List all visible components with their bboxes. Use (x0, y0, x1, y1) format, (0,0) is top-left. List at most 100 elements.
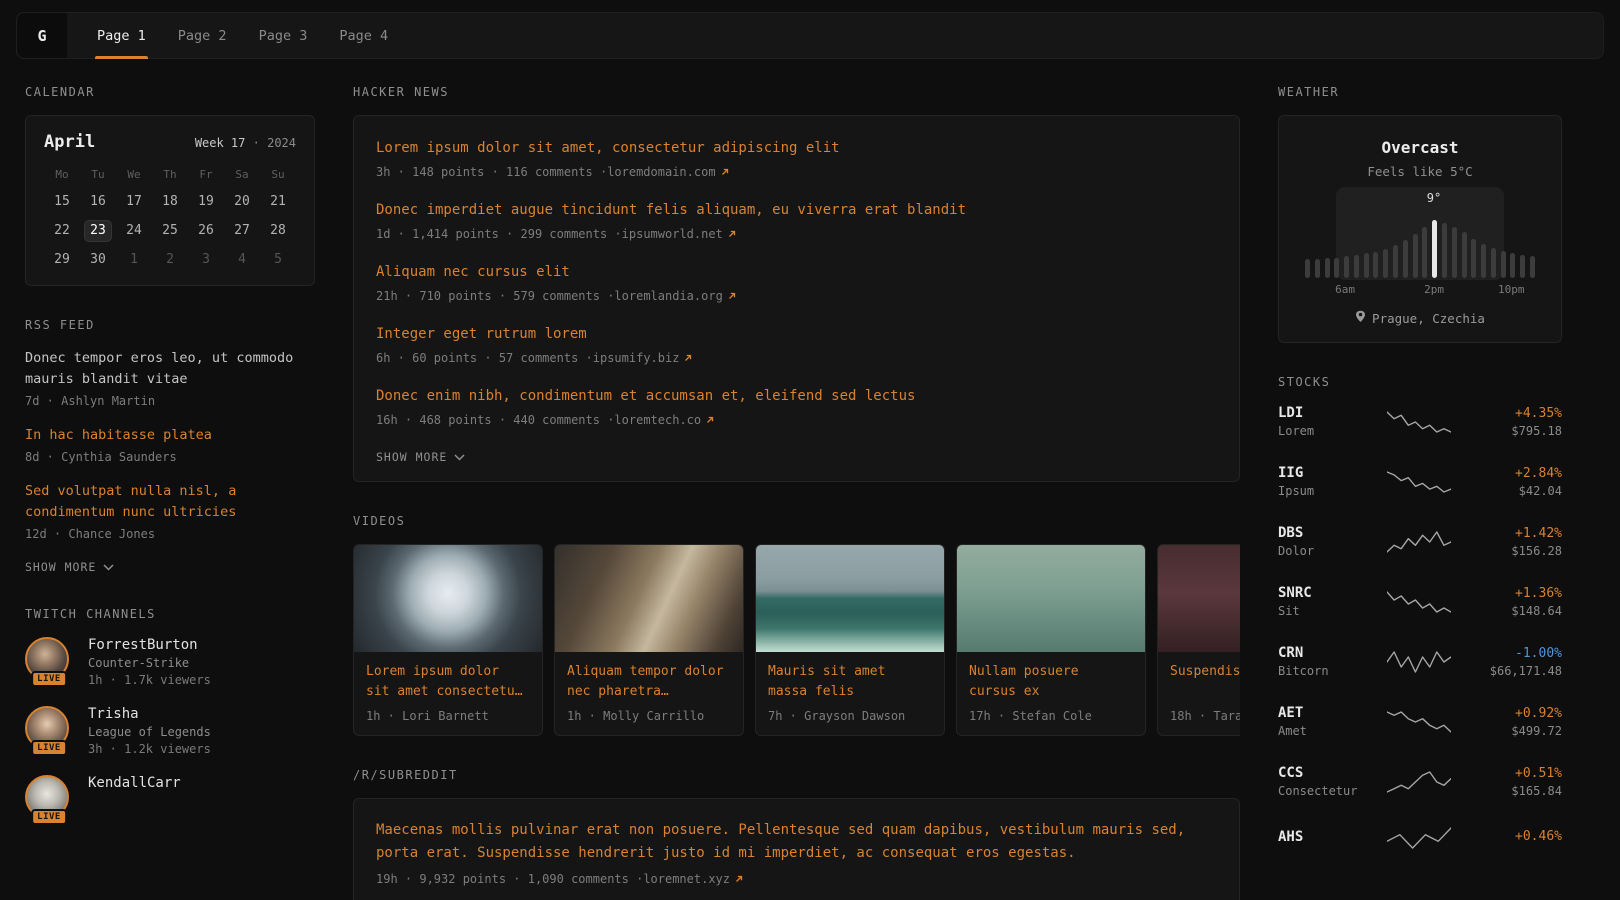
rss-item-headline[interactable]: In hac habitasse platea (25, 425, 315, 446)
weather-widget: WEATHER Overcast Feels like 5°C 9° 6am 2… (1278, 85, 1562, 343)
hour-bar (1530, 256, 1535, 278)
twitch-channel-name[interactable]: ForrestBurton (88, 637, 211, 653)
hour-bar (1305, 259, 1310, 278)
separator-dot: · (253, 136, 260, 150)
hn-story-headline[interactable]: Donec enim nibh, condimentum et accumsan… (376, 386, 1217, 407)
stock-row[interactable]: AHS +0.46% (1278, 825, 1562, 851)
stock-price: $66,171.48 (1468, 664, 1562, 678)
calendar-week-label: Week 17 · 2024 (195, 136, 296, 150)
day-of-week-label: Th (163, 166, 176, 184)
twitch-channel-row[interactable]: LIVE ForrestBurton Counter-Strike 1h · 1… (25, 637, 315, 687)
source-link[interactable]: loremnet.xyz (643, 872, 744, 886)
twitch-channel-row[interactable]: LIVE KendallCarr (25, 775, 315, 819)
video-card-body: Mauris sit amet massa felis 7h · Grayson… (756, 652, 944, 735)
stock-values: +0.92% $499.72 (1468, 706, 1562, 738)
stock-row[interactable]: CRN Bitcorn -1.00% $66,171.48 (1278, 645, 1562, 678)
rss-item-headline[interactable]: Donec tempor eros leo, ut commodo mauris… (25, 348, 315, 390)
stock-row[interactable]: CCS Consectetur +0.51% $165.84 (1278, 765, 1562, 798)
source-link[interactable]: loremdomain.com (607, 165, 729, 179)
tab-page-1[interactable]: Page 1 (95, 13, 148, 58)
stock-values: +1.36% $148.64 (1468, 586, 1562, 618)
source-link[interactable]: ipsumworld.net (622, 227, 737, 241)
stocks-widget-title: STOCKS (1278, 375, 1562, 389)
video-card[interactable]: Aliquam tempor dolor nec pharetra… 1h · … (554, 544, 744, 736)
video-title[interactable]: Suspendisse diam (1170, 662, 1240, 702)
hour-bar (1403, 240, 1408, 278)
app-logo: G (17, 13, 67, 58)
stock-sparkline (1370, 769, 1468, 795)
video-meta: 17h · Stefan Cole (969, 709, 1133, 723)
hn-story-headline[interactable]: Lorem ipsum dolor sit amet, consectetur … (376, 138, 1217, 159)
twitch-widget-title: TWITCH CHANNELS (25, 607, 315, 621)
stock-ticker: CRN (1278, 645, 1370, 661)
tab-page-3[interactable]: Page 3 (257, 13, 310, 58)
location-pin-icon (1355, 310, 1366, 326)
calendar-month: April (44, 132, 95, 152)
twitch-channel-game: League of Legends (88, 725, 211, 739)
weather-card: Overcast Feels like 5°C 9° 6am 2pm 10pm … (1278, 115, 1562, 343)
stock-change: +1.42% (1468, 526, 1562, 541)
stock-name: Dolor (1278, 544, 1370, 558)
stock-row[interactable]: SNRC Sit +1.36% $148.64 (1278, 585, 1562, 618)
stock-name: Sit (1278, 604, 1370, 618)
peak-temperature-label: 9° (1427, 191, 1441, 205)
chevron-down-icon (454, 450, 465, 464)
hn-story-stats: 3h · 148 points · 116 comments · (376, 165, 607, 179)
source-domain: loremnet.xyz (643, 872, 730, 886)
source-link[interactable]: ipsumify.biz (593, 351, 694, 365)
calendar-day: 24 (120, 220, 148, 242)
tab-page-4[interactable]: Page 4 (337, 13, 390, 58)
rss-item-headline[interactable]: Sed volutpat nulla nisl, a condimentum n… (25, 481, 315, 523)
hn-story-meta: 16h · 468 points · 440 comments · loremt… (376, 413, 1217, 427)
stock-row[interactable]: LDI Lorem +4.35% $795.18 (1278, 405, 1562, 438)
subreddit-post-headline[interactable]: Maecenas mollis pulvinar erat non posuer… (376, 819, 1217, 864)
video-title[interactable]: Lorem ipsum dolor sit amet consectetu… (366, 662, 530, 702)
left-column: CALENDAR April Week 17 · 2024 Mo Tu We T… (25, 85, 315, 851)
video-title[interactable]: Mauris sit amet massa felis (768, 662, 932, 702)
hn-story-headline[interactable]: Aliquam nec cursus elit (376, 262, 1217, 283)
stock-row[interactable]: IIG Ipsum +2.84% $42.04 (1278, 465, 1562, 498)
video-card[interactable]: Suspendisse diam 18h · Tara (1157, 544, 1240, 736)
source-domain: ipsumworld.net (622, 227, 723, 241)
rss-show-more-button[interactable]: SHOW MORE (25, 560, 114, 574)
stock-identity: CCS Consectetur (1278, 765, 1370, 798)
calendar-day: 28 (264, 220, 292, 242)
video-card[interactable]: Lorem ipsum dolor sit amet consectetu… 1… (353, 544, 543, 736)
day-of-week-label: Tu (91, 166, 104, 184)
video-card[interactable]: Mauris sit amet massa felis 7h · Grayson… (755, 544, 945, 736)
video-title[interactable]: Aliquam tempor dolor nec pharetra… (567, 662, 731, 702)
twitch-channel-row[interactable]: LIVE Trisha League of Legends 3h · 1.2k … (25, 706, 315, 756)
source-domain: ipsumify.biz (593, 351, 680, 365)
hn-story: Donec imperdiet augue tincidunt felis al… (376, 200, 1217, 241)
hacker-news-widget-title: HACKER NEWS (353, 85, 1240, 99)
source-link[interactable]: loremlandia.org (614, 289, 736, 303)
hn-show-more-button[interactable]: SHOW MORE (376, 450, 465, 464)
source-domain: loremdomain.com (607, 165, 715, 179)
source-link[interactable]: loremtech.co (614, 413, 715, 427)
video-thumbnail (555, 545, 743, 652)
stock-row[interactable]: DBS Dolor +1.42% $156.28 (1278, 525, 1562, 558)
hour-bar (1462, 232, 1467, 278)
video-title[interactable]: Nullam posuere cursus ex (969, 662, 1133, 702)
stock-ticker: AHS (1278, 829, 1370, 845)
stock-name: Consectetur (1278, 784, 1370, 798)
day-of-week-label: Sa (235, 166, 248, 184)
calendar-day: 30 (84, 249, 112, 271)
weather-widget-title: WEATHER (1278, 85, 1562, 99)
twitch-channel-name[interactable]: KendallCarr (88, 775, 181, 791)
stock-sparkline (1370, 469, 1468, 495)
video-thumbnail (756, 545, 944, 652)
stock-ticker: IIG (1278, 465, 1370, 481)
rss-item: Donec tempor eros leo, ut commodo mauris… (25, 348, 315, 408)
video-card[interactable]: Nullam posuere cursus ex 17h · Stefan Co… (956, 544, 1146, 736)
external-link-icon (683, 353, 693, 363)
hour-bar (1344, 256, 1349, 278)
calendar-day: 26 (192, 220, 220, 242)
twitch-channel-name[interactable]: Trisha (88, 706, 211, 722)
hn-story-headline[interactable]: Donec imperdiet augue tincidunt felis al… (376, 200, 1217, 221)
videos-widget: VIDEOS Lorem ipsum dolor sit amet consec… (353, 514, 1240, 736)
hn-story-headline[interactable]: Integer eget rutrum lorem (376, 324, 1217, 345)
stock-row[interactable]: AET Amet +0.92% $499.72 (1278, 705, 1562, 738)
tab-page-2[interactable]: Page 2 (176, 13, 229, 58)
hn-story-stats: 21h · 710 points · 579 comments · (376, 289, 614, 303)
